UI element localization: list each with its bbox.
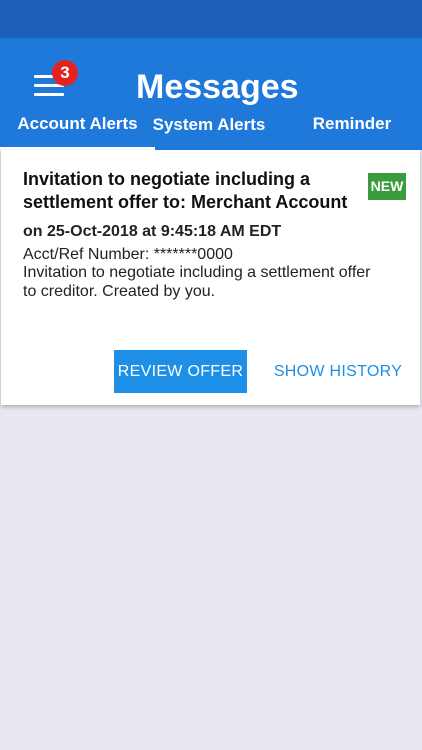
tab-reminder[interactable]: Reminder [296, 108, 408, 150]
show-history-button[interactable]: SHOW HISTORY [272, 350, 404, 393]
review-offer-button[interactable]: REVIEW OFFER [114, 350, 247, 393]
new-badge: NEW [368, 173, 406, 200]
message-title: Invitation to negotiate including a sett… [23, 169, 348, 212]
tab-label: Reminder [312, 114, 392, 133]
tab-label: System Alerts [152, 115, 266, 134]
tab-label: Account Alerts [17, 114, 138, 133]
page-title: Messages [136, 68, 299, 106]
message-account-number: Acct/Ref Number: *******0000 [23, 246, 233, 263]
message-date: on 25-Oct-2018 at 9:45:18 AM EDT [23, 223, 282, 240]
tab-account-alerts[interactable]: Account Alerts [0, 108, 155, 150]
status-bar [0, 0, 422, 38]
message-description: Invitation to negotiate including a sett… [23, 264, 371, 300]
notification-badge: 3 [52, 60, 78, 86]
tab-system-alerts[interactable]: System Alerts [140, 108, 278, 150]
tab-bar: Account Alerts System Alerts Reminder [0, 108, 422, 150]
